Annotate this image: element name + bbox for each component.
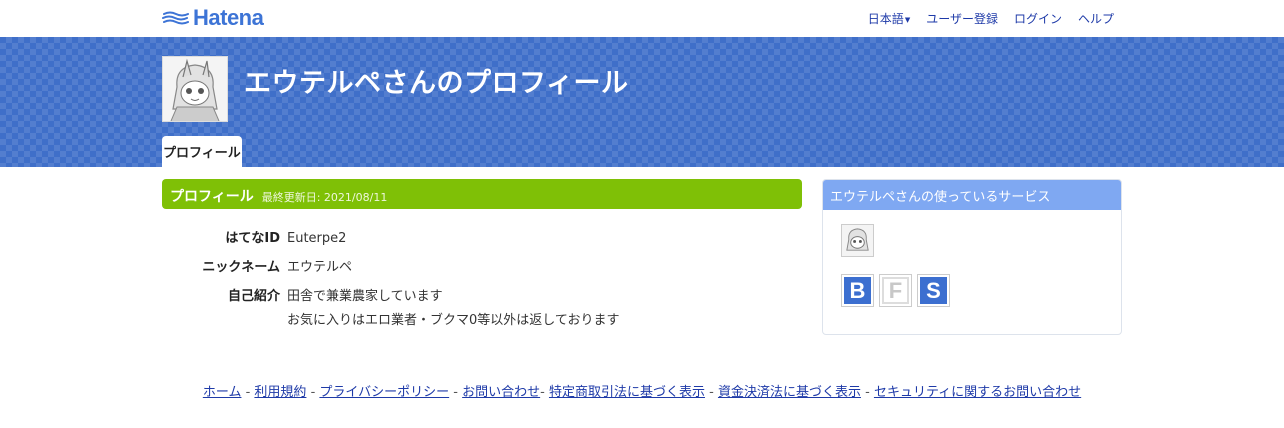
page-title: エウテルペさんのプロフィール <box>244 68 629 99</box>
info-value: 田舎で兼業農家しています お気に入りはエロ業者・ブクマ0等以外は返しております <box>287 287 620 331</box>
hatena-star-icon[interactable]: S <box>917 274 950 307</box>
service-letter: F <box>882 277 909 304</box>
login-link[interactable]: ログイン <box>1014 10 1062 27</box>
avatar[interactable] <box>162 56 228 122</box>
footer-link-home[interactable]: ホーム <box>203 385 242 400</box>
avatar-image <box>163 57 227 121</box>
footer-link-security[interactable]: セキュリティに関するお問い合わせ <box>874 385 1081 400</box>
info-row-hatena-id: はてなID Euterpe2 <box>162 229 802 249</box>
register-link[interactable]: ユーザー登録 <box>926 10 998 27</box>
footer-separator: - <box>860 385 874 400</box>
info-label: 自己紹介 <box>227 289 280 304</box>
tab-profile[interactable]: プロフィール <box>162 136 242 167</box>
top-nav: 日本語▼ ユーザー登録 ログイン ヘルプ <box>868 10 1114 27</box>
footer-separator: - <box>241 385 255 400</box>
hatena-bookmark-icon[interactable]: B <box>841 274 874 307</box>
footer-link-commerce[interactable]: 特定商取引法に基づく表示 <box>549 385 705 400</box>
info-value: エウテルペ <box>287 260 353 275</box>
footer-separator: - <box>306 385 320 400</box>
footer-link-privacy[interactable]: プライバシーポリシー <box>319 385 449 400</box>
profile-info-table: はてなID Euterpe2 ニックネーム エウテルペ 自己紹介 田舎で兼業農家… <box>162 229 802 340</box>
service-letter: S <box>920 277 947 304</box>
hatena-logo-icon <box>162 11 189 25</box>
avatar-small[interactable] <box>841 224 874 257</box>
info-label: はてなID <box>225 231 280 246</box>
footer-link-payment[interactable]: 資金決済法に基づく表示 <box>718 385 861 400</box>
profile-section-header: プロフィール 最終更新日: 2021/08/11 <box>162 179 802 209</box>
hatena-fotolife-icon[interactable]: F <box>879 274 912 307</box>
services-panel: エウテルペさんの使っているサービス B F S <box>822 179 1122 335</box>
info-value: Euterpe2 <box>287 231 347 246</box>
language-select[interactable]: 日本語▼ <box>868 10 910 27</box>
intro-line: 田舎で兼業農家しています <box>287 289 443 304</box>
top-bar: Hatena 日本語▼ ユーザー登録 ログイン ヘルプ <box>0 0 1284 37</box>
chevron-down-icon: ▼ <box>904 15 911 24</box>
services-title: エウテルペさんの使っているサービス <box>823 180 1121 210</box>
info-row-introduction: 自己紹介 田舎で兼業農家しています お気に入りはエロ業者・ブクマ0等以外は返して… <box>162 287 802 331</box>
profile-header-band: エウテルペさんのプロフィール プロフィール <box>0 37 1284 167</box>
footer-links: ホーム - 利用規約 - プライバシーポリシー - お問い合わせ- 特定商取引法… <box>0 381 1284 400</box>
info-label: ニックネーム <box>202 260 280 275</box>
footer-link-terms[interactable]: 利用規約 <box>254 385 306 400</box>
intro-line: お気に入りはエロ業者・ブクマ0等以外は返しております <box>287 313 620 328</box>
footer-separator: - <box>704 385 718 400</box>
hatena-logo[interactable]: Hatena <box>162 5 264 30</box>
footer-separator: - <box>449 385 463 400</box>
profile-section-title: プロフィール <box>170 189 254 205</box>
logo-text: Hatena <box>193 5 264 30</box>
avatar-image <box>842 225 873 256</box>
footer-separator: - <box>540 385 549 400</box>
service-letter: B <box>844 277 871 304</box>
footer-link-contact[interactable]: お問い合わせ <box>462 385 540 400</box>
last-updated: 最終更新日: 2021/08/11 <box>261 191 388 204</box>
service-icons: B F S <box>841 274 950 307</box>
help-link[interactable]: ヘルプ <box>1078 10 1114 27</box>
language-label: 日本語 <box>867 12 904 26</box>
info-row-nickname: ニックネーム エウテルペ <box>162 258 802 278</box>
